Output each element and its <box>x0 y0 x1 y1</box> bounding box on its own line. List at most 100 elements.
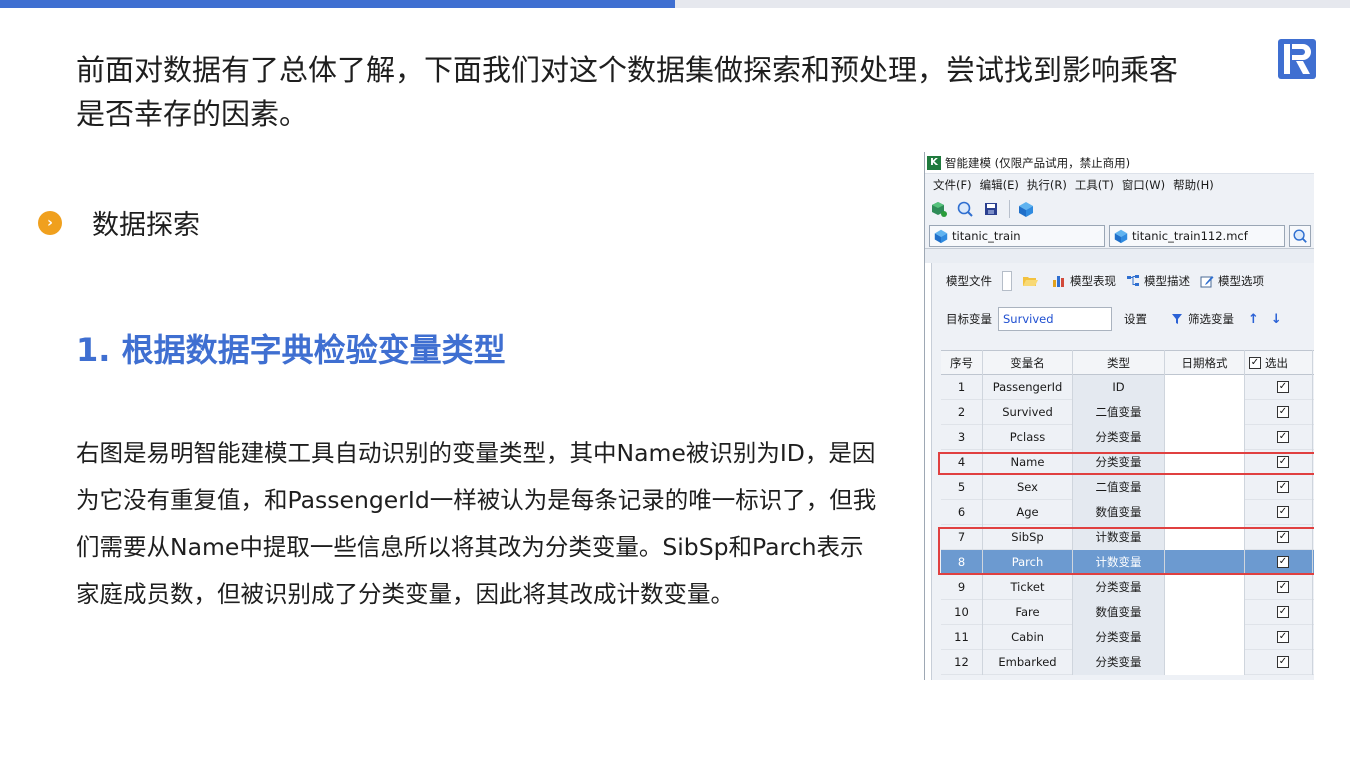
column-header-name[interactable]: 变量名 <box>983 350 1073 375</box>
variable-type[interactable]: 计数变量 <box>1073 524 1165 550</box>
select-cell: ✓ <box>1245 524 1313 550</box>
menu-edit[interactable]: 编辑(E) <box>980 177 1019 193</box>
table-row[interactable]: 8 Parch 计数变量 ✓ <box>941 549 1314 575</box>
model-file-input[interactable] <box>1002 271 1012 291</box>
intro-text: 前面对数据有了总体了解，下面我们对这个数据集做探索和预处理，尝试找到影响乘客是否… <box>76 53 1179 131</box>
filter-variables-button[interactable]: 筛选变量 <box>1171 311 1234 327</box>
model-options-button[interactable]: 模型选项 <box>1200 273 1264 289</box>
new-model-icon[interactable] <box>929 199 949 219</box>
table-row[interactable]: 10 Fare 数值变量 ✓ <box>941 599 1314 625</box>
move-up-icon[interactable]: ↑ <box>1248 312 1259 327</box>
select-checkbox[interactable]: ✓ <box>1277 481 1289 493</box>
row-number: 11 <box>941 624 983 650</box>
model-panel: 模型文件 模型表现 模型描述 模型选项 目标变量 Survived 设置 筛选变… <box>931 263 1314 680</box>
variable-name: Parch <box>983 549 1073 575</box>
move-down-icon[interactable]: ↓ <box>1271 312 1282 327</box>
select-checkbox[interactable]: ✓ <box>1277 431 1289 443</box>
section-heading: 1. 根据数据字典检验变量类型 <box>76 331 506 369</box>
select-checkbox[interactable]: ✓ <box>1277 581 1289 593</box>
select-checkbox[interactable]: ✓ <box>1277 556 1289 568</box>
variable-type[interactable]: 分类变量 <box>1073 424 1165 450</box>
date-format-cell[interactable] <box>1165 624 1245 650</box>
select-checkbox[interactable]: ✓ <box>1277 656 1289 668</box>
table-row[interactable]: 1 PassengerId ID ✓ <box>941 374 1314 400</box>
column-header-type[interactable]: 类型 <box>1073 350 1165 375</box>
column-header-date-format[interactable]: 日期格式 <box>1165 350 1245 375</box>
table-row[interactable]: 7 SibSp 计数变量 ✓ <box>941 524 1314 550</box>
table-row[interactable]: 12 Embarked 分类变量 ✓ <box>941 649 1314 675</box>
date-format-cell[interactable] <box>1165 574 1245 600</box>
table-row[interactable]: 6 Age 数值变量 ✓ <box>941 499 1314 525</box>
column-header-no[interactable]: 序号 <box>941 350 983 375</box>
date-format-cell[interactable] <box>1165 399 1245 425</box>
date-format-cell[interactable] <box>1165 424 1245 450</box>
select-cell: ✓ <box>1245 424 1313 450</box>
date-format-cell[interactable] <box>1165 599 1245 625</box>
date-format-cell[interactable] <box>1165 499 1245 525</box>
variable-type[interactable]: 数值变量 <box>1073 599 1165 625</box>
section-label: 数据探索 <box>92 210 200 241</box>
menu-bar: 文件(F) 编辑(E) 执行(R) 工具(T) 窗口(W) 帮助(H) <box>925 173 1314 195</box>
select-checkbox[interactable]: ✓ <box>1277 531 1289 543</box>
table-row[interactable]: 4 Name 分类变量 ✓ <box>941 449 1314 475</box>
tab-content-gap <box>925 249 1314 263</box>
select-checkbox[interactable]: ✓ <box>1277 631 1289 643</box>
variable-type[interactable]: 二值变量 <box>1073 399 1165 425</box>
cube-icon[interactable] <box>1016 199 1036 219</box>
table-row[interactable]: 9 Ticket 分类变量 ✓ <box>941 574 1314 600</box>
table-row[interactable]: 2 Survived 二值变量 ✓ <box>941 399 1314 425</box>
variable-type[interactable]: 二值变量 <box>1073 474 1165 500</box>
date-format-cell[interactable] <box>1165 549 1245 575</box>
cube-icon <box>1114 229 1128 243</box>
select-checkbox[interactable]: ✓ <box>1277 406 1289 418</box>
variable-type[interactable]: 分类变量 <box>1073 574 1165 600</box>
select-checkbox[interactable]: ✓ <box>1277 456 1289 468</box>
row-number: 5 <box>941 474 983 500</box>
menu-help[interactable]: 帮助(H) <box>1173 177 1214 193</box>
variable-type[interactable]: 数值变量 <box>1073 499 1165 525</box>
open-folder-icon[interactable] <box>1022 274 1042 288</box>
date-format-cell[interactable] <box>1165 474 1245 500</box>
table-row[interactable]: 11 Cabin 分类变量 ✓ <box>941 624 1314 650</box>
tab-titanic-train112[interactable]: titanic_train112.mcf <box>1109 224 1285 247</box>
tab-titanic-train[interactable]: titanic_train <box>929 224 1105 247</box>
menu-run[interactable]: 执行(R) <box>1027 177 1067 193</box>
model-performance-button[interactable]: 模型表现 <box>1052 273 1116 289</box>
variable-name: Sex <box>983 474 1073 500</box>
select-all-checkbox[interactable]: ✓ <box>1249 356 1261 369</box>
variable-type[interactable]: 分类变量 <box>1073 624 1165 650</box>
column-header-select[interactable]: ✓ 选出 <box>1245 350 1313 375</box>
select-checkbox[interactable]: ✓ <box>1277 381 1289 393</box>
variable-type[interactable]: 计数变量 <box>1073 549 1165 575</box>
date-format-cell[interactable] <box>1165 649 1245 675</box>
tab-label: titanic_train112.mcf <box>1132 228 1248 243</box>
target-variable-field[interactable]: Survived <box>998 307 1112 331</box>
model-options-label: 模型选项 <box>1218 274 1264 288</box>
select-column-label: 选出 <box>1265 355 1288 370</box>
date-format-cell[interactable] <box>1165 374 1245 400</box>
tab-search-icon[interactable] <box>1289 224 1311 247</box>
model-description-button[interactable]: 模型描述 <box>1126 273 1190 289</box>
filter-variables-label: 筛选变量 <box>1188 312 1234 326</box>
settings-button[interactable]: 设置 <box>1124 311 1147 327</box>
menu-window[interactable]: 窗口(W) <box>1122 177 1165 193</box>
select-checkbox[interactable]: ✓ <box>1277 606 1289 618</box>
menu-tools[interactable]: 工具(T) <box>1075 177 1114 193</box>
brand-logo-icon <box>1278 39 1316 79</box>
save-icon[interactable] <box>981 199 1001 219</box>
variable-type[interactable]: 分类变量 <box>1073 649 1165 675</box>
date-format-cell[interactable] <box>1165 524 1245 550</box>
edit-icon <box>1200 276 1214 288</box>
table-row[interactable]: 5 Sex 二值变量 ✓ <box>941 474 1314 500</box>
date-format-cell[interactable] <box>1165 449 1245 475</box>
variable-name: Cabin <box>983 624 1073 650</box>
variable-type[interactable]: ID <box>1073 374 1165 400</box>
table-row[interactable]: 3 Pclass 分类变量 ✓ <box>941 424 1314 450</box>
select-checkbox[interactable]: ✓ <box>1277 506 1289 518</box>
search-model-icon[interactable] <box>955 199 975 219</box>
model-file-label: 模型文件 <box>946 273 992 289</box>
variable-name: SibSp <box>983 524 1073 550</box>
menu-file[interactable]: 文件(F) <box>933 177 972 193</box>
bar-chart-icon <box>1053 276 1064 287</box>
variable-type[interactable]: 分类变量 <box>1073 449 1165 475</box>
